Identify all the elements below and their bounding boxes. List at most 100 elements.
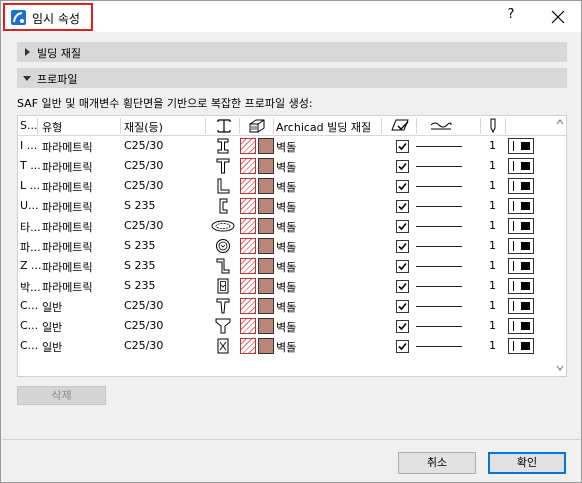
table-row[interactable]: T ... 파라메트릭 C25/30 벽돌 1 bbox=[18, 156, 566, 176]
cut-fill-swatch[interactable] bbox=[240, 258, 256, 274]
line-type-sample[interactable] bbox=[416, 266, 462, 267]
table-row[interactable]: C... 일반 C25/30 벽돌 1 bbox=[18, 316, 566, 336]
material-color-swatch[interactable] bbox=[258, 338, 274, 354]
cut-fill-swatch[interactable] bbox=[240, 138, 256, 154]
header-material[interactable]: 재질(등) bbox=[124, 119, 163, 135]
cut-fill-swatch[interactable] bbox=[240, 318, 256, 334]
row-pen[interactable]: 1 bbox=[489, 239, 496, 252]
row-archicad-material[interactable]: 벽돌 bbox=[276, 239, 296, 255]
header-s[interactable]: S... bbox=[20, 119, 37, 132]
line-pen-box[interactable] bbox=[508, 338, 534, 354]
header-type[interactable]: 유형 bbox=[42, 119, 62, 135]
line-pen-box[interactable] bbox=[508, 158, 534, 174]
row-archicad-material[interactable]: 벽돌 bbox=[276, 159, 296, 175]
row-pen[interactable]: 1 bbox=[489, 179, 496, 192]
surface-checkbox[interactable] bbox=[396, 300, 409, 313]
surface-checkbox[interactable] bbox=[396, 240, 409, 253]
line-type-sample[interactable] bbox=[416, 166, 462, 167]
surface-checkbox[interactable] bbox=[396, 200, 409, 213]
line-pen-box[interactable] bbox=[508, 278, 534, 294]
line-pen-box[interactable] bbox=[508, 318, 534, 334]
row-archicad-material[interactable]: 벽돌 bbox=[276, 279, 296, 295]
row-pen[interactable]: 1 bbox=[489, 259, 496, 272]
row-archicad-material[interactable]: 벽돌 bbox=[276, 259, 296, 275]
material-color-swatch[interactable] bbox=[258, 178, 274, 194]
line-type-sample[interactable] bbox=[416, 146, 462, 147]
delete-button[interactable]: 삭제 bbox=[17, 386, 106, 405]
line-pen-box[interactable] bbox=[508, 198, 534, 214]
close-button[interactable] bbox=[547, 6, 569, 28]
cut-fill-swatch[interactable] bbox=[240, 198, 256, 214]
table-row[interactable]: Z ... 파라메트릭 S 235 벽돌 1 bbox=[18, 256, 566, 276]
line-pen-box[interactable] bbox=[508, 298, 534, 314]
line-pen-box[interactable] bbox=[508, 178, 534, 194]
material-color-swatch[interactable] bbox=[258, 218, 274, 234]
line-type-sample[interactable] bbox=[416, 306, 462, 307]
section-profile[interactable]: 프로파일 bbox=[17, 68, 567, 88]
cancel-button[interactable]: 취소 bbox=[398, 452, 476, 474]
table-row[interactable]: 파... 파라메트릭 S 235 벽돌 1 bbox=[18, 236, 566, 256]
surface-checkbox[interactable] bbox=[396, 260, 409, 273]
row-pen[interactable]: 1 bbox=[489, 219, 496, 232]
surface-checkbox[interactable] bbox=[396, 160, 409, 173]
material-color-swatch[interactable] bbox=[258, 138, 274, 154]
row-archicad-material[interactable]: 벽돌 bbox=[276, 339, 296, 355]
surface-checkbox[interactable] bbox=[396, 180, 409, 193]
scroll-up-icon[interactable] bbox=[556, 118, 564, 126]
surface-checkbox[interactable] bbox=[396, 320, 409, 333]
cut-fill-swatch[interactable] bbox=[240, 218, 256, 234]
line-type-sample[interactable] bbox=[416, 206, 462, 207]
row-pen[interactable]: 1 bbox=[489, 299, 496, 312]
table-row[interactable]: L ... 파라메트릭 C25/30 벽돌 1 bbox=[18, 176, 566, 196]
material-color-swatch[interactable] bbox=[258, 258, 274, 274]
line-type-sample[interactable] bbox=[416, 326, 462, 327]
material-color-swatch[interactable] bbox=[258, 278, 274, 294]
cut-fill-swatch[interactable] bbox=[240, 178, 256, 194]
material-color-swatch[interactable] bbox=[258, 198, 274, 214]
table-row[interactable]: I ... 파라메트릭 C25/30 벽돌 1 bbox=[18, 136, 566, 156]
row-archicad-material[interactable]: 벽돌 bbox=[276, 299, 296, 315]
cut-fill-swatch[interactable] bbox=[240, 338, 256, 354]
line-pen-box[interactable] bbox=[508, 138, 534, 154]
table-row[interactable]: C... 일반 C25/30 벽돌 1 bbox=[18, 296, 566, 316]
ok-button[interactable]: 확인 bbox=[488, 452, 566, 474]
cut-fill-swatch[interactable] bbox=[240, 238, 256, 254]
line-type-sample[interactable] bbox=[416, 186, 462, 187]
cut-fill-swatch[interactable] bbox=[240, 158, 256, 174]
material-color-swatch[interactable] bbox=[258, 318, 274, 334]
surface-checkbox[interactable] bbox=[396, 140, 409, 153]
row-pen[interactable]: 1 bbox=[489, 159, 496, 172]
section-building-material[interactable]: 빌딩 재질 bbox=[17, 42, 567, 62]
surface-checkbox[interactable] bbox=[396, 220, 409, 233]
line-type-sample[interactable] bbox=[416, 226, 462, 227]
table-row[interactable]: 타... 파라메트릭 C25/30 벽돌 1 bbox=[18, 216, 566, 236]
row-pen[interactable]: 1 bbox=[489, 279, 496, 292]
material-color-swatch[interactable] bbox=[258, 158, 274, 174]
row-pen[interactable]: 1 bbox=[489, 139, 496, 152]
row-archicad-material[interactable]: 벽돌 bbox=[276, 319, 296, 335]
line-type-sample[interactable] bbox=[416, 246, 462, 247]
cut-fill-swatch[interactable] bbox=[240, 298, 256, 314]
row-archicad-material[interactable]: 벽돌 bbox=[276, 199, 296, 215]
table-row[interactable]: 박... 파라메트릭 S 235 벽돌 1 bbox=[18, 276, 566, 296]
line-pen-box[interactable] bbox=[508, 258, 534, 274]
line-pen-box[interactable] bbox=[508, 238, 534, 254]
row-pen[interactable]: 1 bbox=[489, 319, 496, 332]
material-color-swatch[interactable] bbox=[258, 298, 274, 314]
row-archicad-material[interactable]: 벽돌 bbox=[276, 179, 296, 195]
row-pen[interactable]: 1 bbox=[489, 339, 496, 352]
row-pen[interactable]: 1 bbox=[489, 199, 496, 212]
surface-checkbox[interactable] bbox=[396, 340, 409, 353]
line-type-sample[interactable] bbox=[416, 286, 462, 287]
header-archicad-material[interactable]: Archicad 빌딩 재질 bbox=[276, 119, 371, 135]
line-pen-box[interactable] bbox=[508, 218, 534, 234]
table-row[interactable]: U... 파라메트릭 S 235 벽돌 1 bbox=[18, 196, 566, 216]
line-type-sample[interactable] bbox=[416, 346, 462, 347]
cut-fill-swatch[interactable] bbox=[240, 278, 256, 294]
help-button[interactable]: ? bbox=[501, 7, 521, 27]
row-archicad-material[interactable]: 벽돌 bbox=[276, 219, 296, 235]
row-archicad-material[interactable]: 벽돌 bbox=[276, 139, 296, 155]
scroll-down-icon[interactable] bbox=[556, 364, 564, 372]
surface-checkbox[interactable] bbox=[396, 280, 409, 293]
table-row[interactable]: C... 일반 C25/30 벽돌 1 bbox=[18, 336, 566, 356]
